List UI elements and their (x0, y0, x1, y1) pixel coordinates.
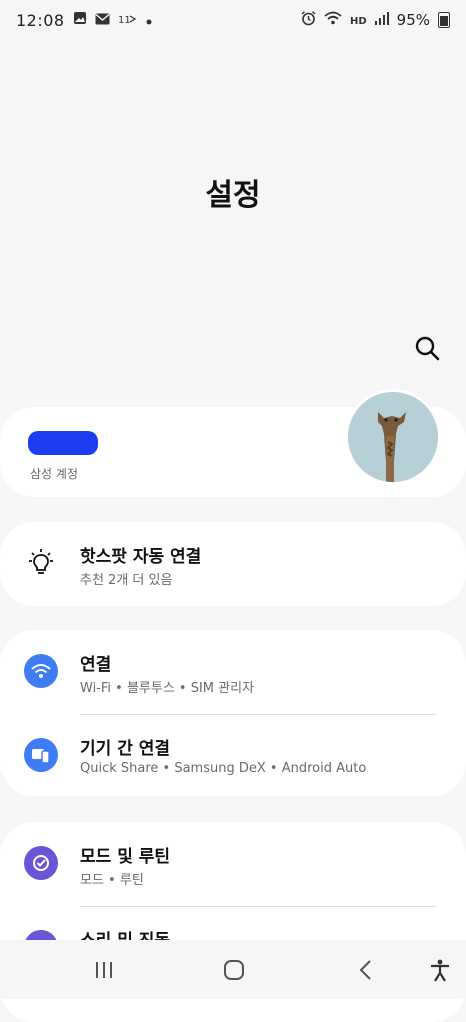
svg-text:11: 11 (118, 15, 131, 25)
dot-icon (146, 11, 152, 29)
device-connection-subtitle: Quick Share • Samsung DeX • Android Auto (80, 761, 367, 776)
wifi-icon (324, 11, 342, 29)
hd-voice-icon: HD (350, 13, 367, 28)
account-label: 삼성 계정 (30, 467, 78, 481)
accessibility-button[interactable] (428, 958, 452, 982)
samsung-account-card[interactable]: 삼성 계정 (0, 389, 466, 497)
back-icon (359, 960, 371, 980)
status-left: 12:08 11 (16, 11, 152, 30)
battery-icon (438, 12, 450, 28)
accessibility-icon (431, 959, 449, 982)
status-bar: 12:08 11 HD 95% (0, 0, 466, 40)
hotspot-subtitle: 추천 2개 더 있음 (80, 573, 173, 588)
recent-apps-button[interactable] (92, 958, 116, 982)
device-connection-title: 기기 간 연결 (80, 739, 171, 759)
search-button[interactable] (412, 333, 442, 363)
connections-subtitle: Wi-Fi • 블루투스 • SIM 관리자 (80, 681, 255, 696)
hotspot-auto-connect-card[interactable]: 핫스팟 자동 연결 추천 2개 더 있음 (0, 522, 466, 606)
signal-icon (374, 11, 389, 29)
gallery-icon (73, 11, 87, 29)
status-time: 12:08 (16, 10, 65, 30)
avatar[interactable] (345, 389, 441, 485)
settings-item-connections[interactable]: 연결 Wi-Fi • 블루투스 • SIM 관리자 (0, 630, 466, 714)
navigation-bar (0, 940, 466, 999)
alarm-icon (301, 10, 316, 30)
connections-card: 연결 Wi-Fi • 블루투스 • SIM 관리자 기기 간 연결 Quick … (0, 630, 466, 796)
back-button[interactable] (354, 958, 378, 982)
account-name-redacted (28, 431, 98, 455)
device-connection-icon (24, 738, 58, 772)
giraffe-photo (348, 392, 438, 482)
page-title: 설정 (205, 178, 261, 213)
bluetooth-headset-icon: 11 (118, 11, 138, 29)
home-icon (224, 960, 244, 980)
mail-icon (95, 11, 110, 29)
wifi-settings-icon (24, 654, 58, 688)
status-right: HD 95% (301, 10, 450, 30)
connections-title: 연결 (80, 655, 112, 675)
settings-item-device-connection[interactable]: 기기 간 연결 Quick Share • Samsung DeX • Andr… (0, 714, 466, 798)
modes-subtitle: 모드 • 루틴 (80, 873, 144, 888)
search-icon (415, 336, 440, 361)
modes-title: 모드 및 루틴 (80, 847, 171, 867)
battery-percent: 95% (396, 11, 430, 29)
home-button[interactable] (222, 958, 246, 982)
recent-apps-icon (96, 962, 112, 978)
modes-routines-icon (24, 846, 58, 880)
hotspot-title: 핫스팟 자동 연결 (80, 547, 202, 567)
hd-label: HD (349, 15, 367, 27)
lightbulb-icon (26, 548, 56, 582)
settings-item-modes-routines[interactable]: 모드 및 루틴 모드 • 루틴 (0, 822, 466, 906)
